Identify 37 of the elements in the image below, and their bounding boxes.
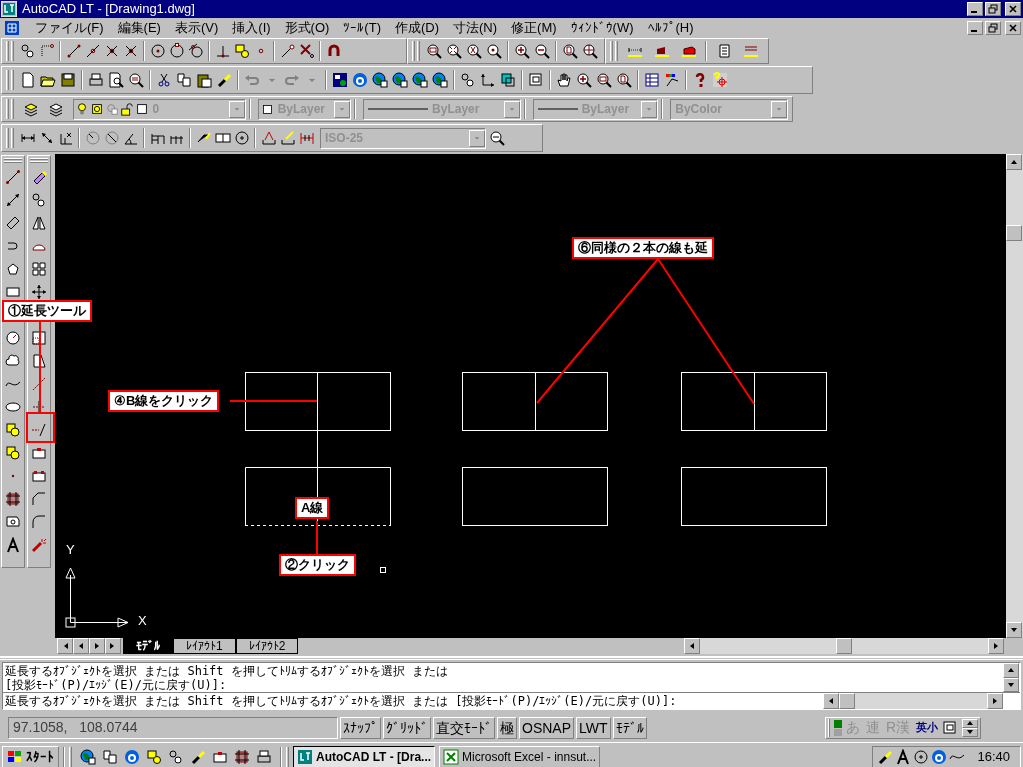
- taskbar-button[interactable]: AutoCAD LT - [Dra...: [293, 745, 436, 767]
- callout-label: A線: [295, 497, 330, 519]
- menu-item[interactable]: ﾂｰﾙ(T): [336, 18, 388, 38]
- axis-label: Y: [66, 543, 75, 557]
- status-toggle-button[interactable]: ﾓﾃﾞﾙ: [612, 716, 647, 739]
- menu-item[interactable]: 編集(E): [110, 18, 168, 38]
- coordinate-display: 97.1058, 108.0744: [8, 716, 338, 739]
- start-button[interactable]: ｽﾀｰﾄ: [2, 745, 59, 767]
- command-line[interactable]: 延長するｵﾌﾞｼﾞｪｸﾄを選択 または Shift を押してﾄﾘﾑするｵﾌﾞｼﾞｪｸﾄを選択 または [投影ﾓｰﾄﾞ(P)/ｴｯｼﾞ(E)/元に戻す(U)]:: [3, 694, 823, 708]
- menu-item[interactable]: 寸法(N): [446, 18, 505, 38]
- menu-item[interactable]: 作成(D): [387, 18, 446, 38]
- callout-label: ①延長ツール: [2, 300, 92, 322]
- ime-mode[interactable]: 英小: [916, 719, 938, 736]
- menu-item[interactable]: 形式(O): [277, 18, 337, 38]
- menu-item[interactable]: ｳｨﾝﾄﾞｳ(W): [563, 18, 641, 38]
- axis-label: X: [138, 614, 147, 628]
- menu-item[interactable]: 表示(V): [167, 18, 226, 38]
- status-toggle-button[interactable]: 極: [497, 716, 517, 739]
- command-history-line: [投影ﾓｰﾄﾞ(P)/ｴｯｼﾞ(E)/元に戻す(U)]:: [5, 678, 228, 692]
- callout-label: ②クリック: [279, 554, 356, 576]
- status-toggle-button[interactable]: OSNAP: [519, 716, 574, 739]
- command-history-line: 延長するｵﾌﾞｼﾞｪｸﾄを選択 または Shift を押してﾄﾘﾑするｵﾌﾞｼﾞｪｸﾄを選択 または: [5, 664, 450, 678]
- window-title: AutoCAD LT - [Drawing1.dwg]: [22, 0, 196, 19]
- status-toggle-button[interactable]: ｸﾞﾘｯﾄﾞ: [383, 716, 431, 739]
- callout-label: ⑥同様の２本の線も延: [572, 237, 714, 259]
- layout-tab[interactable]: ﾚｲｱｳﾄ1: [173, 638, 236, 654]
- status-toggle-button[interactable]: ｽﾅｯﾌﾟ: [340, 716, 381, 739]
- callout-label: ④B線をクリック: [108, 390, 220, 412]
- menu-item[interactable]: 挿入(I): [225, 18, 278, 38]
- menu-item[interactable]: 修正(M): [504, 18, 564, 38]
- menu-item[interactable]: ファイル(F): [28, 18, 111, 38]
- layout-tab[interactable]: ﾚｲｱｳﾄ2: [235, 638, 299, 654]
- taskbar-button[interactable]: Microsoft Excel - innsut...: [439, 745, 601, 767]
- menu-item[interactable]: ﾍﾙﾌﾟ(H): [640, 18, 701, 38]
- status-toggle-button[interactable]: 直交ﾓｰﾄﾞ: [433, 716, 495, 739]
- layout-tab[interactable]: ﾓﾃﾞﾙ: [123, 638, 173, 654]
- status-toggle-button[interactable]: LWT: [576, 716, 611, 739]
